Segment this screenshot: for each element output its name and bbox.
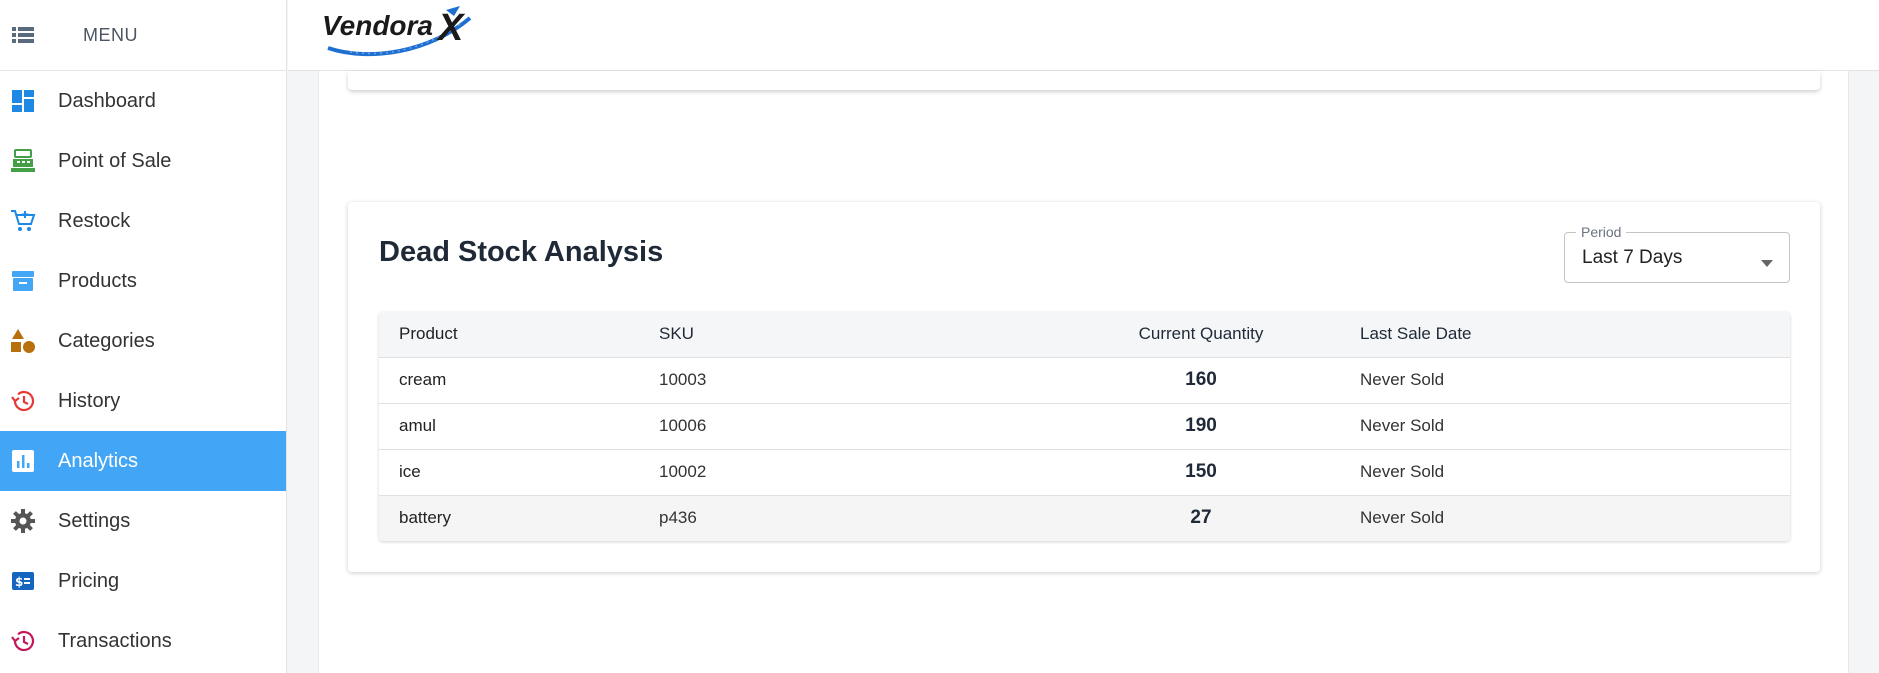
sidebar-item-label: Transactions bbox=[58, 629, 172, 652]
sidebar-item-label: Pricing bbox=[58, 569, 120, 592]
column-header[interactable]: Current Quantity bbox=[1042, 312, 1360, 358]
caret-down-icon bbox=[1761, 254, 1773, 272]
sidebar-item-dashboard[interactable]: Dashboard bbox=[0, 71, 286, 131]
column-header[interactable]: SKU bbox=[659, 312, 1042, 358]
sidebar-header: MENU bbox=[0, 0, 286, 71]
last-sale-cell: Never Sold bbox=[1360, 357, 1790, 404]
period-legend: Period bbox=[1576, 224, 1627, 240]
sidebar-item-restock[interactable]: Restock bbox=[0, 191, 286, 251]
sidebar: MENU Dashboard Point of Sale Restock Pro… bbox=[0, 0, 287, 673]
last-sale-cell: Never Sold bbox=[1360, 403, 1790, 450]
card-title: Dead Stock Analysis bbox=[379, 236, 664, 268]
sidebar-item-label: Point of Sale bbox=[58, 149, 172, 172]
svg-text:$: $ bbox=[15, 575, 23, 589]
sidebar-item-products[interactable]: Products bbox=[0, 251, 286, 311]
sku-cell: 10002 bbox=[659, 449, 1042, 496]
sidebar-item-point-of-sale[interactable]: Point of Sale bbox=[0, 131, 286, 191]
dead-stock-table: Product SKU Current Quantity Last Sale D… bbox=[379, 312, 1790, 541]
sidebar-item-settings[interactable]: Settings bbox=[0, 491, 286, 551]
quantity-cell: 160 bbox=[1042, 357, 1360, 404]
quantity-cell: 150 bbox=[1042, 449, 1360, 496]
cash-register-icon bbox=[10, 148, 36, 174]
sidebar-item-pricing[interactable]: $ Pricing bbox=[0, 551, 286, 611]
history-icon bbox=[10, 388, 36, 414]
sidebar-item-analytics[interactable]: Analytics bbox=[0, 431, 286, 491]
sidebar-item-label: Products bbox=[58, 269, 137, 292]
product-cell: cream bbox=[379, 357, 659, 404]
product-cell: amul bbox=[379, 403, 659, 450]
table-row[interactable]: ice 10002 150 Never Sold bbox=[379, 449, 1790, 496]
table-row[interactable]: battery p436 27 Never Sold bbox=[379, 495, 1790, 541]
last-sale-cell: Never Sold bbox=[1360, 449, 1790, 496]
last-sale-cell: Never Sold bbox=[1360, 508, 1445, 528]
analytics-icon bbox=[10, 448, 36, 474]
archive-box-icon bbox=[10, 268, 36, 294]
table-row[interactable]: cream 10003 160 Never Sold bbox=[379, 357, 1790, 404]
logo-text: Vendora bbox=[322, 10, 433, 41]
table-row[interactable]: amul 10006 190 Never Sold bbox=[379, 403, 1790, 450]
sidebar-item-label: History bbox=[58, 389, 121, 412]
sidebar-item-label: Settings bbox=[58, 509, 131, 532]
quantity-cell: 27 bbox=[1190, 507, 1212, 529]
main-content: Dead Stock Analysis Period Last 7 Days P… bbox=[318, 71, 1849, 673]
top-bar: Vendora X bbox=[288, 0, 1879, 71]
cart-add-icon bbox=[10, 208, 36, 234]
menu-list-icon[interactable] bbox=[10, 24, 36, 46]
column-header[interactable]: Last Sale Date bbox=[1360, 312, 1790, 358]
product-cell: battery bbox=[399, 508, 451, 528]
sidebar-item-label: Restock bbox=[58, 209, 131, 232]
dead-stock-card: Dead Stock Analysis Period Last 7 Days P… bbox=[348, 202, 1820, 572]
previous-card-bottom bbox=[348, 71, 1820, 90]
shapes-icon bbox=[10, 328, 36, 354]
period-select[interactable]: Period Last 7 Days bbox=[1564, 224, 1790, 283]
sidebar-item-label: Analytics bbox=[58, 449, 139, 472]
column-header[interactable]: Product bbox=[379, 312, 659, 358]
vendorax-logo[interactable]: Vendora X bbox=[320, 2, 490, 62]
transactions-icon bbox=[10, 628, 36, 654]
period-value: Last 7 Days bbox=[1582, 247, 1683, 268]
sku-cell: p436 bbox=[659, 508, 697, 528]
sku-cell: 10003 bbox=[659, 357, 1042, 404]
sidebar-item-categories[interactable]: Categories bbox=[0, 311, 286, 371]
gear-icon bbox=[10, 508, 36, 534]
sku-cell: 10006 bbox=[659, 403, 1042, 450]
dashboard-icon bbox=[10, 88, 36, 114]
table-header-row: Product SKU Current Quantity Last Sale D… bbox=[379, 312, 1790, 358]
sidebar-item-label: Dashboard bbox=[58, 89, 156, 112]
menu-label: MENU bbox=[83, 24, 138, 45]
sidebar-item-transactions[interactable]: Transactions bbox=[0, 611, 286, 671]
sidebar-item-label: Categories bbox=[58, 329, 155, 352]
product-cell: ice bbox=[379, 449, 659, 496]
sidebar-nav: Dashboard Point of Sale Restock Products… bbox=[0, 71, 286, 671]
quantity-cell: 190 bbox=[1042, 403, 1360, 450]
sidebar-item-history[interactable]: History bbox=[0, 371, 286, 431]
pricing-icon: $ bbox=[10, 568, 36, 594]
